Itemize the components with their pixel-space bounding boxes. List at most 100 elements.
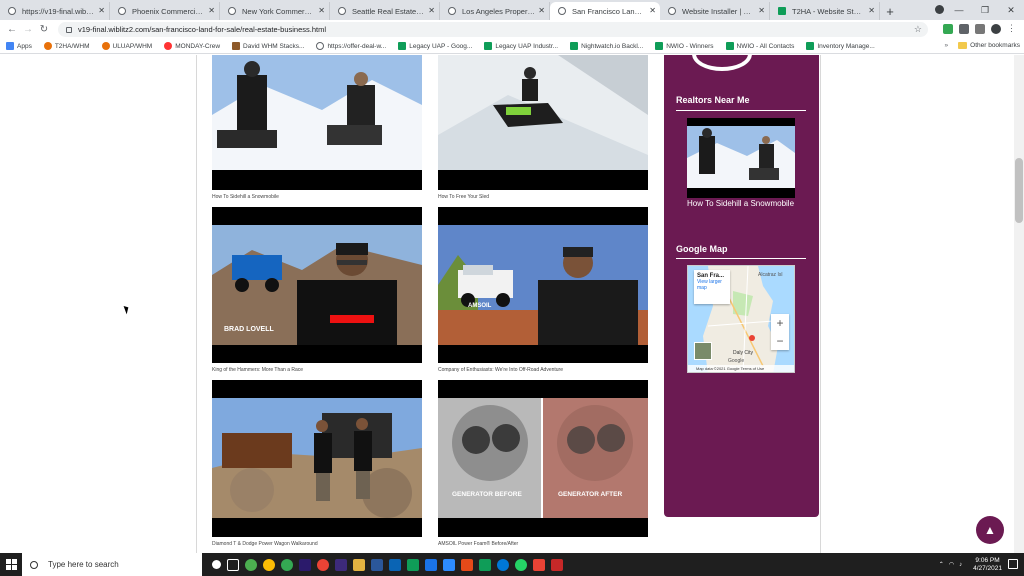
chrome-icon[interactable] [245,558,257,571]
browser-tab[interactable]: Phoenix Commercial Real E✕ [110,2,220,20]
app-icon[interactable] [551,558,563,571]
bookmark-item[interactable]: ULUAP/WHM [101,42,152,50]
browser-tab[interactable]: https://v19-final.wiblitz2.c✕ [0,2,110,20]
street-view-thumbnail[interactable] [694,342,712,360]
video-caption[interactable]: How To Free Your Sled [438,194,489,200]
excel-icon[interactable] [407,558,419,571]
chrome-icon[interactable] [263,558,275,571]
outlook-icon[interactable] [389,558,401,571]
scroll-to-top-button[interactable]: ▲ [976,516,1004,544]
browser-tab[interactable]: Website Installer | Home✕ [660,2,770,20]
close-icon[interactable]: ✕ [428,6,435,15]
close-icon[interactable]: ✕ [98,6,105,15]
video-thumbnail[interactable] [212,55,422,190]
app-icon[interactable] [479,558,491,571]
google-map[interactable]: Alcatraz Isl Daly City Google San Fra...… [687,265,795,373]
video-caption[interactable]: Company of Enthusiasts: We're Into Off-R… [438,367,563,373]
bookmark-item[interactable]: Legacy UAP - Goog... [398,42,472,50]
bookmark-apps[interactable]: Apps [6,42,32,50]
new-tab-button[interactable]: + [880,2,900,20]
restore-icon[interactable]: ❐ [972,5,998,16]
close-icon[interactable]: ✕ [538,6,545,15]
realtors-title: Realtors Near Me [676,95,750,105]
reload-icon[interactable]: ↻ [36,24,52,35]
other-bookmarks[interactable]: Other bookmarks [970,42,1020,49]
app-icon[interactable] [425,558,437,571]
close-icon[interactable]: ✕ [318,6,325,15]
minimize-icon[interactable]: — [946,5,972,15]
t2ha-icon [778,7,786,15]
close-icon[interactable]: ✕ [758,6,765,15]
taskbar-search[interactable]: Type here to search [22,553,202,576]
app-icon[interactable] [461,558,473,571]
browser-tab[interactable]: Los Angeles Property Shop✕ [440,2,550,20]
video-caption[interactable]: King of the Hammers: More Than a Race [212,367,303,373]
bookmark-item[interactable]: Inventory Manage... [806,42,875,50]
whatsapp-icon[interactable] [515,558,527,571]
edge-icon[interactable] [497,558,509,571]
browser-tab[interactable]: Seattle Real Estate Agent✕ [330,2,440,20]
video-thumbnail[interactable] [438,55,648,190]
bookmark-item[interactable]: Nightwatch.io Backl... [570,42,643,50]
video-thumbnail[interactable] [212,380,422,537]
realtor-link[interactable]: How To Sidehill a Snowmobile [687,198,797,210]
zoom-in-button[interactable]: + [771,314,789,332]
map-label-alcatraz: Alcatraz Isl [758,272,782,278]
app-icon[interactable] [533,558,545,571]
notification-icon[interactable] [1008,559,1018,569]
wifi-icon[interactable]: ◠ [949,561,954,568]
chrome-icon[interactable] [281,558,293,571]
avatar[interactable] [991,23,1001,34]
premiere-icon[interactable] [299,558,311,571]
start-button[interactable] [0,553,22,576]
word-icon[interactable] [371,558,383,571]
more-bookmarks-icon[interactable]: » [945,42,949,49]
bookmark-star-icon[interactable]: ☆ [914,24,922,35]
view-larger-map-link[interactable]: View larger map [697,279,722,291]
taskbar-clock[interactable]: 9:06 PM 4/27/2021 [973,557,1002,573]
media-encoder-icon[interactable] [335,558,347,571]
sheets-icon [398,42,407,50]
back-icon[interactable]: ← [4,24,20,35]
tray-chevron-icon[interactable]: ⌃ [939,561,944,568]
browser-tab-active[interactable]: San Francisco Land For Sa✕ [550,2,660,20]
zoom-icon[interactable] [443,558,455,571]
window-close-icon[interactable]: ✕ [998,5,1024,16]
zoom-out-button[interactable]: − [771,332,789,350]
bookmark-item[interactable]: T2HA/WHM [43,42,90,50]
bookmark-item[interactable]: MONDAY-Crew [164,42,220,50]
browser-tab[interactable]: New York Commercial Real✕ [220,2,330,20]
close-icon[interactable]: ✕ [649,6,656,15]
extension-icon[interactable] [959,23,969,34]
file-explorer-icon[interactable] [353,558,365,571]
realtor-thumbnail[interactable] [687,118,795,198]
bookmark-item[interactable]: Legacy UAP Industr... [484,42,558,50]
video-caption[interactable]: AMSOIL Power Foam® Before/After [438,541,518,547]
scrollbar-thumb[interactable] [1015,158,1023,223]
forward-icon[interactable]: → [20,24,36,35]
video-caption[interactable]: How To Sidehill a Snowmobile [212,194,279,200]
volume-icon[interactable]: ♪ [959,562,962,568]
profile-icon[interactable] [935,5,944,14]
globe-icon [338,7,346,15]
video-thumbnail[interactable]: AMSOIL [438,207,648,363]
video-thumbnail[interactable]: BRAD LOVELL [212,207,422,363]
browser-tab[interactable]: T2HA - Website Store Pur✕ [770,2,880,20]
video-caption[interactable]: Diamond T & Dodge Power Wagon Walkaround [212,541,318,547]
address-bar[interactable]: v19-final.wiblitz2.com/san-francisco-lan… [58,22,928,37]
vertical-scrollbar[interactable] [1014,55,1024,553]
bookmark-item[interactable]: NWIO - Winners [655,42,714,50]
cortana-icon[interactable] [212,560,221,569]
menu-icon[interactable]: ⋮ [1007,23,1016,34]
close-icon[interactable]: ✕ [208,6,215,15]
bookmark-item[interactable]: NWIO - All Contacts [725,42,794,50]
bookmark-item[interactable]: David WHM Stacks... [232,42,304,50]
video-thumbnail[interactable]: GENERATOR BEFORE GENERATOR AFTER [438,380,648,537]
bookmark-item[interactable]: https://offer-deal-w... [316,42,386,50]
app-icon[interactable] [317,558,329,571]
close-icon[interactable]: ✕ [868,6,875,15]
task-view-icon[interactable] [227,558,239,571]
extension-icon[interactable] [943,23,953,34]
cloud-icon [43,42,52,50]
puzzle-icon[interactable] [975,23,985,34]
